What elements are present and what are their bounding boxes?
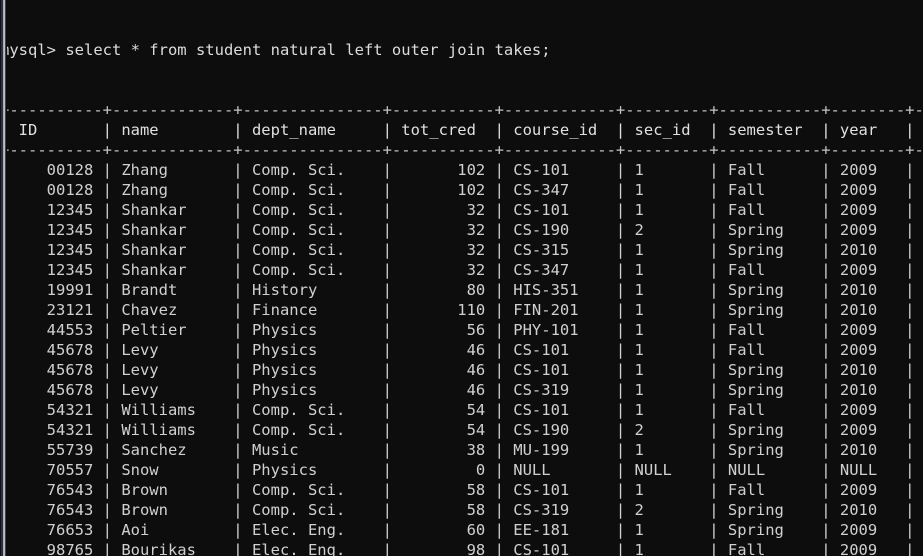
terminal-screen: mysql> select * from student natural lef… bbox=[0, 0, 923, 556]
table-row: | 45678 | Levy | Physics | 46 | CS-101 |… bbox=[0, 361, 923, 379]
table-row: | 12345 | Shankar | Comp. Sci. | 32 | CS… bbox=[0, 221, 923, 239]
table-header-row: | ID | name | dept_name | tot_cred | cou… bbox=[0, 121, 923, 139]
table-row: | 76543 | Brown | Comp. Sci. | 58 | CS-1… bbox=[0, 481, 923, 499]
table-separator-header: +----------+-------------+--------------… bbox=[0, 141, 923, 159]
table-row: | 19991 | Brandt | History | 80 | HIS-35… bbox=[0, 281, 923, 299]
table-row: | 23121 | Chavez | Finance | 110 | FIN-2… bbox=[0, 301, 923, 319]
table-row: | 54321 | Williams | Comp. Sci. | 54 | C… bbox=[0, 401, 923, 419]
mysql-terminal-window: mysql> select * from student natural lef… bbox=[0, 0, 923, 556]
table-row: | 98765 | Bourikas | Elec. Eng. | 98 | C… bbox=[0, 541, 923, 556]
table-row: | 12345 | Shankar | Comp. Sci. | 32 | CS… bbox=[0, 201, 923, 219]
table-row: | 54321 | Williams | Comp. Sci. | 54 | C… bbox=[0, 421, 923, 439]
table-separator-top: +----------+-------------+--------------… bbox=[0, 101, 923, 119]
table-row: | 55739 | Sanchez | Music | 38 | MU-199 … bbox=[0, 441, 923, 459]
table-row: | 76653 | Aoi | Elec. Eng. | 60 | EE-181… bbox=[0, 521, 923, 539]
table-row: | 45678 | Levy | Physics | 46 | CS-319 |… bbox=[0, 381, 923, 399]
table-row: | 76543 | Brown | Comp. Sci. | 58 | CS-3… bbox=[0, 501, 923, 519]
table-row: | 70557 | Snow | Physics | 0 | NULL | NU… bbox=[0, 461, 923, 479]
table-row: | 12345 | Shankar | Comp. Sci. | 32 | CS… bbox=[0, 241, 923, 259]
table-row: | 00128 | Zhang | Comp. Sci. | 102 | CS-… bbox=[0, 161, 923, 179]
table-row: | 45678 | Levy | Physics | 46 | CS-101 |… bbox=[0, 341, 923, 359]
terminal-scrollbar[interactable] bbox=[0, 0, 7, 556]
table-row: | 00128 | Zhang | Comp. Sci. | 102 | CS-… bbox=[0, 181, 923, 199]
mysql-prompt-line: mysql> select * from student natural lef… bbox=[0, 41, 551, 59]
table-row: | 44553 | Peltier | Physics | 56 | PHY-1… bbox=[0, 321, 923, 339]
table-row: | 12345 | Shankar | Comp. Sci. | 32 | CS… bbox=[0, 261, 923, 279]
query-result-table: +----------+-------------+--------------… bbox=[0, 100, 923, 556]
